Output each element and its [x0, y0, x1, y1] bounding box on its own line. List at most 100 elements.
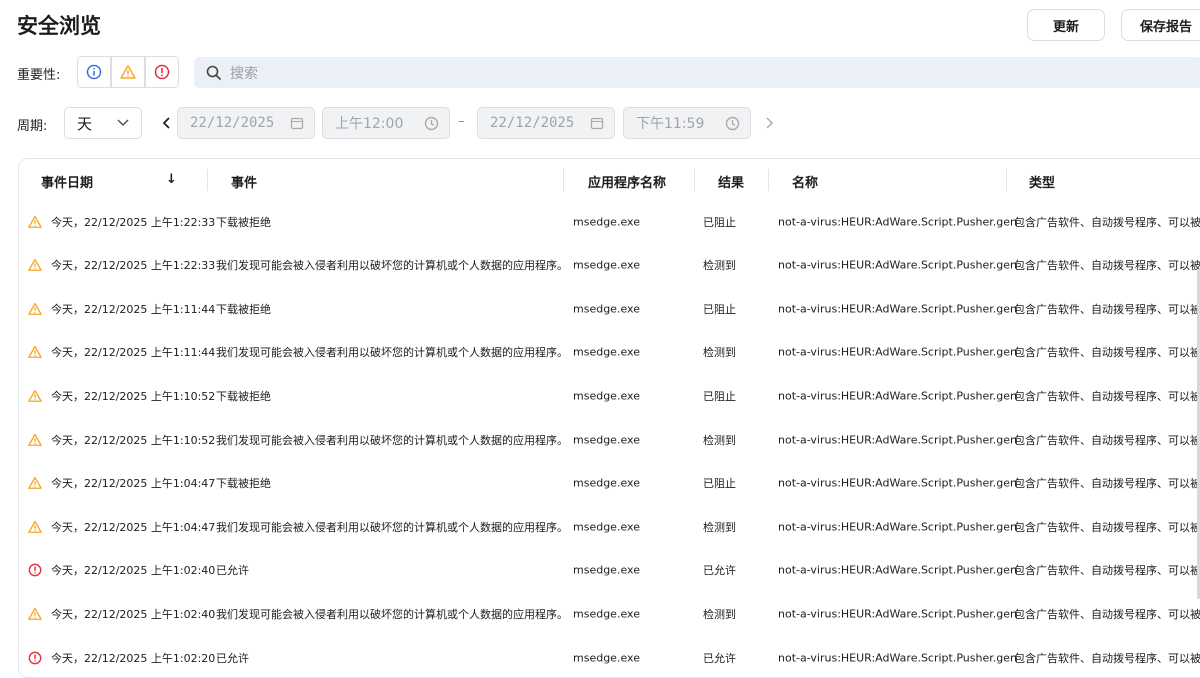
- cell-app: msedge.exe: [573, 302, 640, 316]
- cell-result: 检测到: [703, 259, 736, 273]
- search-placeholder: 搜索: [230, 65, 258, 82]
- cell-date: 今天，22/12/2025 上午1:22:33: [51, 215, 216, 229]
- cell-app: msedge.exe: [573, 520, 640, 534]
- cell-name: not-a-virus:HEUR:AdWare.Script.Pusher.ge…: [778, 520, 1017, 534]
- column-type[interactable]: 类型: [1029, 172, 1055, 191]
- severity-critical-toggle[interactable]: [145, 56, 179, 88]
- start-time-field[interactable]: 上午12:00: [322, 107, 450, 139]
- cell-app: msedge.exe: [573, 607, 640, 621]
- period-select[interactable]: 天: [64, 107, 142, 139]
- cell-app: msedge.exe: [573, 433, 640, 446]
- cell-event: 下载被拒绝: [216, 215, 271, 229]
- table-row[interactable]: 今天，22/12/2025 上午1:04:47 下载被拒绝 msedge.exe 已阻…: [19, 462, 1200, 505]
- calendar-icon: [590, 117, 604, 130]
- cell-app: msedge.exe: [573, 215, 640, 228]
- cell-result: 已阻止: [703, 302, 736, 316]
- end-date-field[interactable]: 22/12/2025: [477, 107, 615, 139]
- cell-type: 包含广告软件、自动拨号程序、可以被: [1014, 346, 1200, 360]
- cell-event: 已允许: [216, 651, 249, 665]
- cell-app: msedge.exe: [573, 345, 640, 359]
- cell-event: 已允许: [216, 564, 249, 578]
- cell-name: not-a-virus:HEUR:AdWare.Script.Pusher.ge…: [778, 345, 1017, 359]
- cell-event: 我们发现可能会被入侵者利用以破坏您的计算机或个人数据的应用程序。: [216, 520, 568, 534]
- refresh-button[interactable]: 更新: [1027, 9, 1105, 41]
- cell-type: 包含广告软件、自动拨号程序、可以被: [1014, 259, 1200, 273]
- next-period-button[interactable]: [764, 116, 774, 130]
- cell-date: 今天，22/12/2025 上午1:22:33: [51, 259, 216, 273]
- cell-type: 包含广告软件、自动拨号程序、可以被: [1014, 433, 1200, 447]
- cell-date: 今天，22/12/2025 上午1:02:40: [51, 564, 216, 578]
- range-separator: –: [458, 114, 465, 129]
- cell-date: 今天，22/12/2025 上午1:11:44: [51, 302, 216, 316]
- cell-date: 今天，22/12/2025 上午1:02:20: [51, 651, 216, 665]
- cell-result: 已允许: [703, 651, 736, 665]
- cell-name: not-a-virus:HEUR:AdWare.Script.Pusher.ge…: [778, 607, 1017, 621]
- warning-icon: [28, 476, 42, 490]
- table-row[interactable]: 今天，22/12/2025 上午1:10:52 我们发现可能会被入侵者利用以破坏您…: [19, 418, 1200, 461]
- period-label: 周期:: [17, 119, 48, 134]
- save-report-button[interactable]: 保存报告: [1121, 9, 1200, 41]
- cell-app: msedge.exe: [573, 651, 640, 664]
- start-date-field[interactable]: 22/12/2025: [177, 107, 315, 139]
- table-row[interactable]: 今天，22/12/2025 上午1:11:44 下载被拒绝 msedge.exe 已阻…: [19, 287, 1200, 330]
- cell-app: msedge.exe: [573, 389, 640, 403]
- end-time-value: 下午11:59: [636, 116, 705, 132]
- cell-result: 检测到: [703, 520, 736, 534]
- previous-period-button[interactable]: [162, 116, 172, 130]
- warning-icon: [120, 65, 136, 79]
- cell-event: 我们发现可能会被入侵者利用以破坏您的计算机或个人数据的应用程序。: [216, 607, 568, 621]
- cell-event: 下载被拒绝: [216, 302, 271, 316]
- cell-type: 包含广告软件、自动拨号程序、可以被: [1014, 520, 1200, 534]
- cell-result: 已阻止: [703, 477, 736, 491]
- column-event[interactable]: 事件: [231, 172, 257, 191]
- events-table: 事件日期 ↓ 事件 应用程序名称 结果 名称 类型 今天，22/12/2025 …: [18, 158, 1200, 678]
- cell-event: 我们发现可能会被入侵者利用以破坏您的计算机或个人数据的应用程序。: [216, 346, 568, 360]
- page-title: 安全浏览: [17, 14, 101, 38]
- column-app[interactable]: 应用程序名称: [588, 172, 666, 191]
- cell-date: 今天，22/12/2025 上午1:10:52: [51, 389, 216, 403]
- cell-result: 检测到: [703, 346, 736, 360]
- column-date[interactable]: 事件日期: [41, 172, 93, 191]
- sort-desc-icon[interactable]: ↓: [166, 172, 177, 187]
- search-input[interactable]: 搜索: [194, 57, 1200, 88]
- cell-name: not-a-virus:HEUR:AdWare.Script.Pusher.ge…: [778, 476, 1017, 490]
- end-time-field[interactable]: 下午11:59: [623, 107, 751, 139]
- table-row[interactable]: 今天，22/12/2025 上午1:22:33 我们发现可能会被入侵者利用以破坏您…: [19, 244, 1200, 287]
- table-row[interactable]: 今天，22/12/2025 上午1:10:52 下载被拒绝 msedge.exe 已阻…: [19, 374, 1200, 417]
- table-row[interactable]: 今天，22/12/2025 上午1:02:40 已允许 msedge.exe 已允许 n…: [19, 549, 1200, 592]
- column-result[interactable]: 结果: [718, 172, 744, 191]
- cell-event: 下载被拒绝: [216, 389, 271, 403]
- severity-warning-toggle[interactable]: [111, 56, 145, 88]
- cell-event: 下载被拒绝: [216, 477, 271, 491]
- table-row[interactable]: 今天，22/12/2025 上午1:04:47 我们发现可能会被入侵者利用以破坏您…: [19, 505, 1200, 548]
- start-time-value: 上午12:00: [335, 116, 404, 132]
- cell-result: 已阻止: [703, 215, 736, 229]
- warning-icon: [28, 345, 42, 359]
- cell-date: 今天，22/12/2025 上午1:11:44: [51, 346, 216, 360]
- cell-type: 包含广告软件、自动拨号程序、可以被: [1014, 564, 1200, 578]
- column-name[interactable]: 名称: [792, 172, 818, 191]
- warning-icon: [28, 302, 42, 316]
- table-row[interactable]: 今天，22/12/2025 上午1:22:33 下载被拒绝 msedge.exe 已阻…: [19, 200, 1200, 243]
- start-date-value: 22/12/2025: [190, 115, 275, 131]
- period-value: 天: [77, 114, 93, 133]
- warning-icon: [28, 258, 42, 272]
- table-row[interactable]: 今天，22/12/2025 上午1:02:20 已允许 msedge.exe 已允许 n…: [19, 636, 1200, 677]
- cell-date: 今天，22/12/2025 上午1:02:40: [51, 607, 216, 621]
- critical-icon: [28, 563, 42, 577]
- table-row[interactable]: 今天，22/12/2025 上午1:11:44 我们发现可能会被入侵者利用以破坏您…: [19, 331, 1200, 374]
- table-row[interactable]: 今天，22/12/2025 上午1:02:40 我们发现可能会被入侵者利用以破坏您…: [19, 592, 1200, 635]
- severity-info-toggle[interactable]: [77, 56, 111, 88]
- cell-name: not-a-virus:HEUR:AdWare.Script.Pusher.ge…: [778, 302, 1017, 316]
- warning-icon: [28, 433, 42, 447]
- cell-type: 包含广告软件、自动拨号程序、可以被: [1014, 651, 1200, 665]
- cell-name: not-a-virus:HEUR:AdWare.Script.Pusher.ge…: [778, 215, 1017, 228]
- cell-date: 今天，22/12/2025 上午1:04:47: [51, 520, 216, 534]
- cell-name: not-a-virus:HEUR:AdWare.Script.Pusher.ge…: [778, 258, 1017, 272]
- cell-name: not-a-virus:HEUR:AdWare.Script.Pusher.ge…: [778, 433, 1017, 446]
- critical-icon: [154, 64, 170, 80]
- cell-result: 已阻止: [703, 389, 736, 403]
- chevron-down-icon: [117, 119, 129, 127]
- cell-date: 今天，22/12/2025 上午1:04:47: [51, 477, 216, 491]
- cell-name: not-a-virus:HEUR:AdWare.Script.Pusher.ge…: [778, 651, 1017, 664]
